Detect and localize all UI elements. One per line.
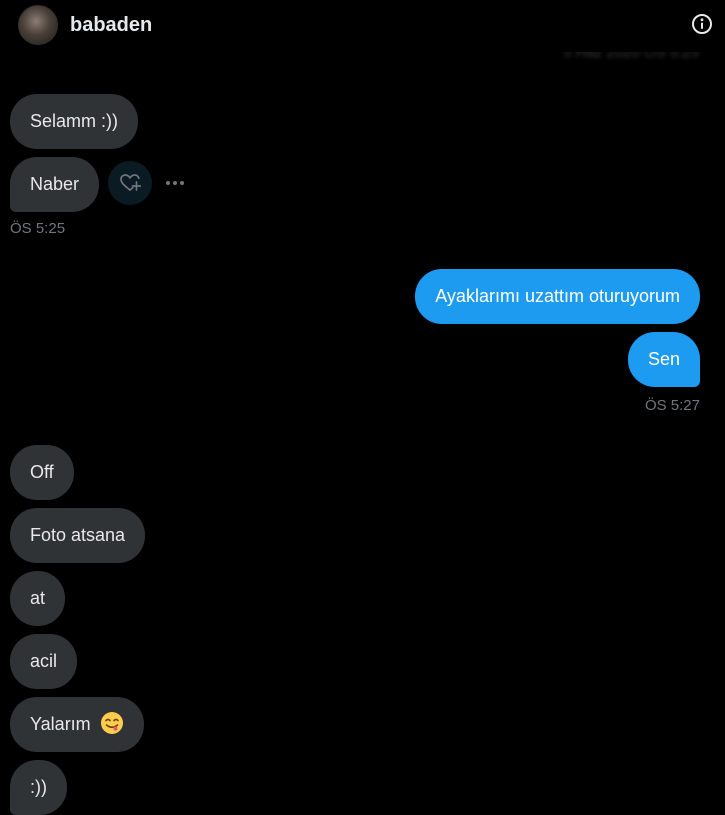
message-bubble-incoming[interactable]: Selamm :))	[10, 94, 139, 149]
message-timestamp: ÖS 5:25	[10, 220, 66, 237]
message-bubble-incoming[interactable]: Off	[10, 445, 74, 500]
conversation-header: babaden	[0, 0, 725, 52]
avatar[interactable]	[18, 5, 58, 45]
info-icon[interactable]	[691, 13, 713, 35]
message-bubble-outgoing[interactable]: Sen	[627, 332, 700, 387]
more-options-button[interactable]	[163, 173, 187, 193]
contact-name[interactable]: babaden	[70, 14, 152, 37]
face-savoring-food-emoji	[100, 702, 124, 734]
message-timestamp: ÖS 5:27	[644, 397, 700, 414]
message-bubble-incoming[interactable]: Yalarım	[10, 697, 144, 752]
message-bubble-incoming[interactable]: :))	[10, 760, 67, 815]
message-bubble-incoming[interactable]: Naber	[10, 157, 100, 212]
message-bubble-outgoing[interactable]: Ayaklarımı uzattım oturuyorum	[415, 269, 700, 324]
message-bubble-incoming[interactable]: at	[10, 571, 66, 626]
message-text: Yalarım	[30, 714, 91, 734]
react-button[interactable]	[108, 161, 152, 205]
more-horizontal-icon	[163, 180, 187, 197]
message-bubble-incoming[interactable]: Foto atsana	[10, 508, 146, 563]
message-bubble-incoming[interactable]: acil	[10, 634, 78, 689]
